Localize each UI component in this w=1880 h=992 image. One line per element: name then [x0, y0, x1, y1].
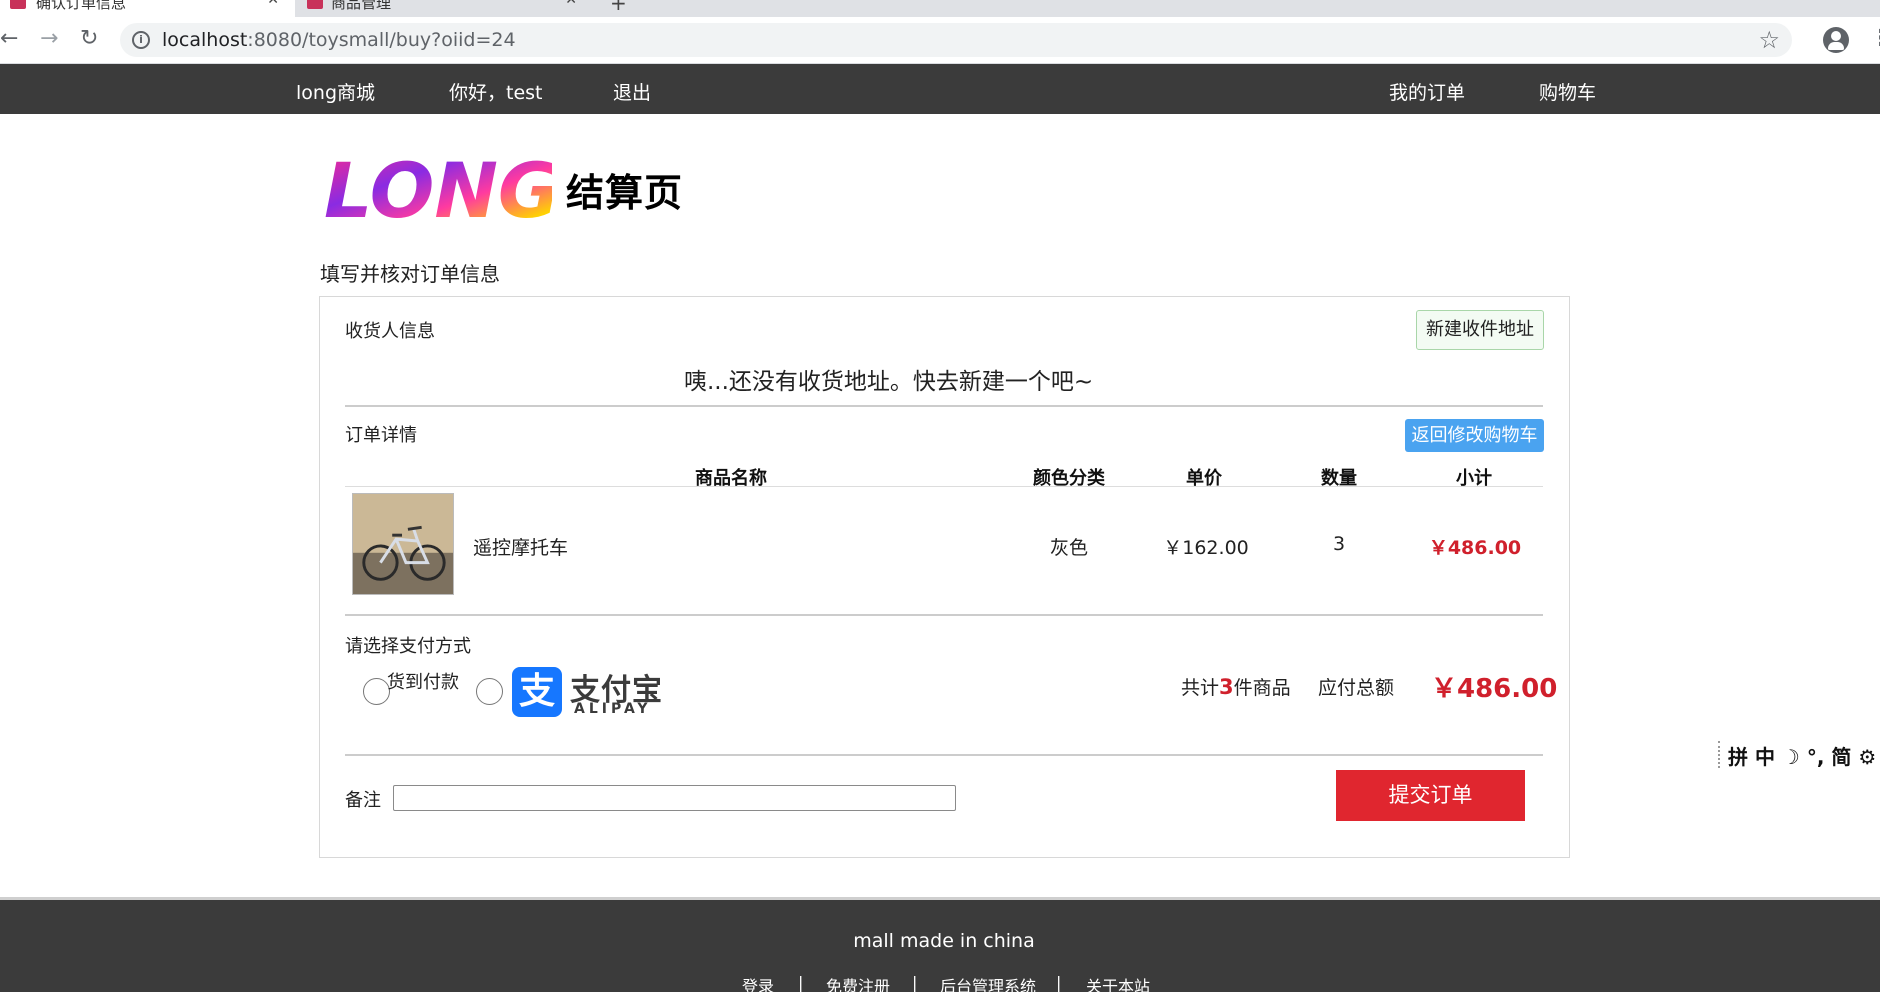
new-tab-icon[interactable]: + [610, 0, 627, 15]
total-amount: ￥486.00 [1431, 674, 1558, 704]
url-text[interactable]: localhost:8080/toysmall/buy?oiid=24 [162, 29, 516, 51]
product-color: 灰色 [1049, 537, 1089, 559]
nav-logout-link[interactable]: 退出 [613, 78, 651, 105]
item-count-suffix: 件商品 [1233, 677, 1291, 699]
site-footer: mall made in china 登录 | 免费注册 | 后台管理系统 | … [0, 897, 1880, 992]
footer-link-login[interactable]: 登录 [742, 973, 774, 992]
nav-greeting[interactable]: 你好，test [449, 78, 543, 105]
footer-link-about[interactable]: 关于本站 [1086, 973, 1150, 992]
logo-text: LONG [324, 147, 552, 227]
total-label: 应付总额 [1318, 677, 1395, 699]
url-path: :8080/toysmall/buy?oiid=24 [247, 29, 516, 51]
footer-link-register[interactable]: 免费注册 [826, 973, 890, 992]
section-divider [345, 614, 1543, 616]
reload-icon[interactable]: ↻ [80, 27, 98, 51]
new-address-button[interactable]: 新建收件地址 [1416, 310, 1544, 350]
product-price: ￥162.00 [1163, 537, 1249, 559]
alipay-logo[interactable]: 支 支付宝 ALIPAY [512, 667, 662, 717]
footer-separator: | [798, 973, 804, 992]
footer-link-admin[interactable]: 后台管理系统 [940, 973, 1036, 992]
page-title: 结算页 [566, 171, 684, 215]
remark-input[interactable] [393, 785, 956, 811]
footer-separator: | [912, 973, 918, 992]
tab-close-icon[interactable]: ✕ [267, 0, 279, 8]
order-details-label: 订单详情 [345, 425, 417, 446]
alipay-english-text: ALIPAY [574, 701, 652, 717]
url-host: localhost [162, 29, 248, 51]
item-count-prefix: 共计 [1181, 677, 1220, 699]
ime-toolbar[interactable]: 拼 中 ☽ °, 简 ⚙ [1718, 741, 1876, 769]
product-name[interactable]: 遥控摩托车 [473, 533, 568, 560]
back-to-cart-button[interactable]: 返回修改购物车 [1405, 419, 1544, 452]
nav-cart-link[interactable]: 购物车 [1539, 78, 1596, 105]
alipay-icon: 支 [512, 667, 562, 717]
browser-tab-inactive[interactable]: 商品管理 ✕ [295, 0, 593, 17]
item-count: 共计3件商品 [1181, 673, 1291, 700]
table-header-rule [345, 486, 1543, 487]
footer-slogan: mall made in china [853, 930, 1035, 952]
payment-label: 请选择支付方式 [345, 636, 471, 657]
browser-tabstrip: 确认订单信息 ✕ 商品管理 ✕ + [0, 0, 1880, 17]
cod-radio[interactable] [363, 678, 390, 705]
site-favicon-icon [10, 0, 26, 9]
submit-order-button[interactable]: 提交订单 [1336, 770, 1525, 821]
site-navbar: long商城 你好，test 退出 我的订单 购物车 [0, 64, 1880, 114]
product-image[interactable] [352, 493, 454, 595]
consignee-label: 收货人信息 [345, 321, 435, 342]
back-arrow-icon[interactable]: ← [0, 27, 18, 51]
bookmark-star-icon[interactable]: ☆ [1758, 26, 1780, 54]
site-favicon-icon [307, 0, 323, 9]
item-count-number: 3 [1219, 675, 1234, 699]
browser-menu-icon[interactable]: ⋮ [1870, 27, 1880, 51]
long-logo: LONG [324, 147, 552, 227]
section-divider [345, 754, 1543, 756]
forward-arrow-icon[interactable]: → [40, 27, 58, 51]
product-qty: 3 [1332, 533, 1346, 555]
address-bar[interactable]: i localhost:8080/toysmall/buy?oiid=24 ☆ [120, 23, 1792, 57]
browser-toolbar: ← → ↻ i localhost:8080/toysmall/buy?oiid… [0, 17, 1880, 64]
cod-label[interactable]: 货到付款 [387, 668, 459, 694]
remark-label: 备注 [345, 790, 381, 811]
alipay-radio[interactable] [476, 678, 503, 705]
nav-my-orders-link[interactable]: 我的订单 [1389, 78, 1465, 105]
empty-address-message: 咦...还没有收货地址。快去新建一个吧~ [684, 369, 1094, 395]
profile-avatar-icon[interactable] [1823, 27, 1849, 53]
footer-separator: | [1056, 973, 1062, 992]
tab-title: 商品管理 [331, 0, 392, 12]
nav-brand-link[interactable]: long商城 [296, 78, 375, 105]
order-prompt: 填写并核对订单信息 [320, 262, 500, 286]
browser-tab-active[interactable]: 确认订单信息 ✕ [0, 0, 295, 17]
product-subtotal: ￥486.00 [1428, 537, 1522, 559]
site-info-icon[interactable]: i [132, 31, 150, 49]
tab-close-icon[interactable]: ✕ [565, 0, 577, 8]
tab-title: 确认订单信息 [36, 0, 127, 12]
section-divider [345, 405, 1543, 407]
